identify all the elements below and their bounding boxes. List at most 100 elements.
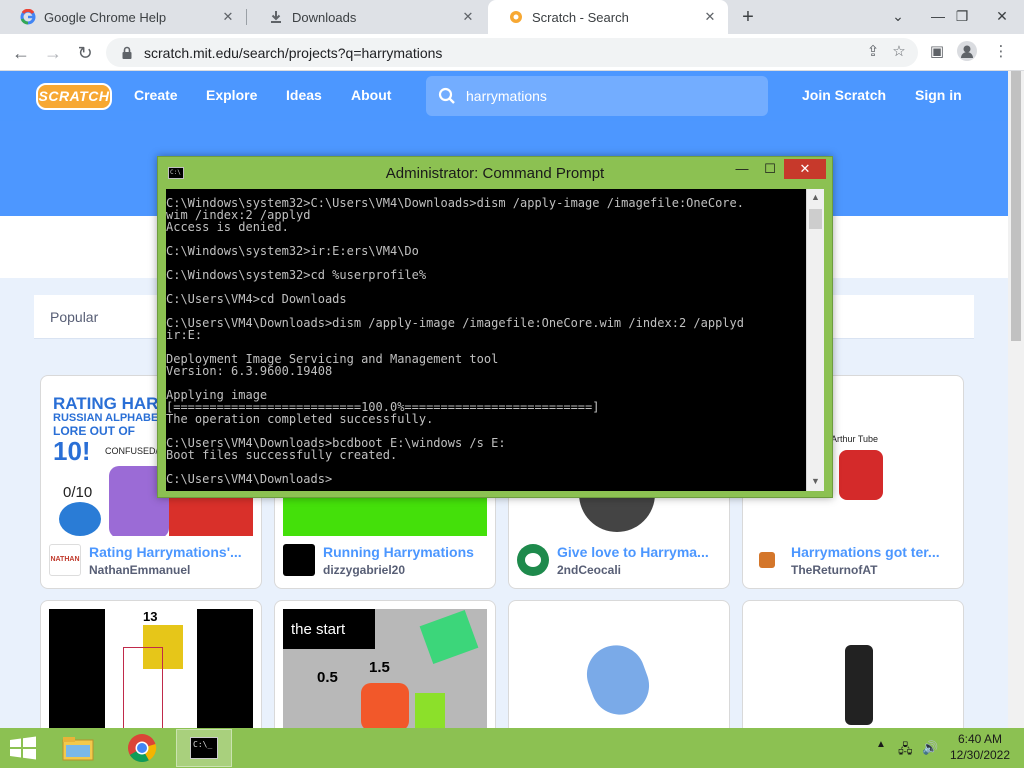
- project-card[interactable]: 13: [40, 600, 262, 730]
- character-shape: [361, 683, 409, 729]
- scratch-search-input[interactable]: harrymations: [426, 76, 768, 116]
- cmd-line: Boot files successfully created.: [166, 448, 398, 462]
- project-card[interactable]: [742, 600, 964, 730]
- thumb-text: RUSSIAN ALPHABE: [53, 412, 159, 424]
- join-scratch-link[interactable]: Join Scratch: [802, 87, 886, 103]
- project-author[interactable]: dizzygabriel20: [323, 563, 491, 577]
- author-avatar[interactable]: NATHAN: [49, 544, 81, 576]
- project-title[interactable]: Rating Harrymations'...: [89, 544, 257, 560]
- popular-dropdown[interactable]: Popular: [50, 309, 98, 325]
- restore-icon[interactable]: ❐: [942, 0, 982, 34]
- side-panel-icon[interactable]: ▣: [926, 41, 948, 63]
- menu-kebab-icon[interactable]: ⋮: [990, 41, 1012, 63]
- thumb-text: 10!: [53, 436, 91, 466]
- tab-search-chevron-icon[interactable]: ⌄: [878, 0, 918, 34]
- network-icon[interactable]: 🖧: [898, 740, 913, 762]
- nav-create[interactable]: Create: [134, 87, 178, 103]
- scrollbar-thumb[interactable]: [1011, 71, 1021, 341]
- url-text: scratch.mit.edu/search/projects?q=harrym…: [144, 44, 443, 61]
- system-clock[interactable]: 6:40 AM 12/30/2022: [940, 731, 1020, 763]
- scrollbar-thumb[interactable]: [809, 209, 822, 229]
- windows-logo-icon[interactable]: [8, 736, 38, 760]
- project-title[interactable]: Running Harrymations: [323, 544, 491, 560]
- project-card[interactable]: [508, 600, 730, 730]
- thumb-text: the start: [291, 621, 346, 638]
- command-prompt-window[interactable]: C:\ Administrator: Command Prompt — ☐ ✕ …: [157, 156, 833, 498]
- nav-ideas[interactable]: Ideas: [286, 87, 322, 103]
- forward-arrow-icon[interactable]: →: [40, 40, 66, 66]
- file-explorer-icon[interactable]: [50, 729, 106, 767]
- tray-chevron-icon[interactable]: ▲: [876, 739, 886, 750]
- project-title[interactable]: Give love to Harryma...: [557, 544, 725, 560]
- scroll-down-icon[interactable]: ▼: [807, 473, 824, 490]
- project-title[interactable]: Harrymations got ter...: [791, 544, 959, 560]
- close-icon[interactable]: ✕: [460, 9, 476, 25]
- search-icon: [438, 87, 455, 104]
- cmd-titlebar[interactable]: C:\ Administrator: Command Prompt — ☐ ✕: [158, 157, 832, 189]
- cmd-line: Access is denied.: [166, 220, 289, 234]
- author-avatar[interactable]: [283, 544, 315, 576]
- close-window-icon[interactable]: ✕: [982, 0, 1022, 34]
- clock-time: 6:40 AM: [957, 732, 1003, 746]
- thumb-text: Arthur Tube: [831, 434, 879, 444]
- character-shape: [845, 645, 873, 725]
- tab-scratch-search[interactable]: Scratch - Search ✕: [488, 0, 728, 34]
- thumb-text: 1.5: [369, 659, 390, 676]
- cmd-taskbar-icon[interactable]: C:\_: [176, 729, 232, 767]
- project-author[interactable]: TheReturnofAT: [791, 563, 959, 577]
- tab-title: Scratch - Search: [532, 9, 629, 25]
- new-tab-button[interactable]: +: [736, 5, 760, 29]
- thumb-text: 13: [143, 609, 158, 624]
- sign-in-link[interactable]: Sign in: [915, 87, 962, 103]
- search-value: harrymations: [466, 88, 547, 104]
- maximize-icon[interactable]: ☐: [756, 159, 784, 179]
- character-shape: [578, 637, 658, 723]
- nav-about[interactable]: About: [351, 87, 391, 103]
- thumb-text: CONFUSED/1: [105, 446, 164, 456]
- cmd-line: C:\Users\VM4\Downloads>: [166, 472, 333, 486]
- reload-icon[interactable]: ↻: [72, 40, 98, 66]
- scratch-logo[interactable]: SCRATCH: [36, 83, 112, 110]
- page-scrollbar[interactable]: [1008, 71, 1024, 728]
- tab-downloads[interactable]: Downloads ✕: [248, 0, 486, 34]
- project-author[interactable]: 2ndCeocali: [557, 563, 725, 577]
- cmd-line: C:\Users\VM4>cd Downloads: [166, 292, 347, 306]
- chrome-icon[interactable]: [114, 729, 170, 767]
- tab-divider: [246, 9, 247, 25]
- scroll-up-icon[interactable]: ▲: [807, 189, 824, 206]
- cmd-line: C:\Users\VM4\Downloads>dism /apply-image…: [166, 316, 744, 330]
- volume-icon[interactable]: 🔊: [922, 740, 938, 756]
- clock-date: 12/30/2022: [949, 748, 1011, 762]
- share-icon[interactable]: ⇪: [862, 41, 884, 63]
- scratch-navbar: SCRATCH Create Explore Ideas About harry…: [0, 71, 1008, 121]
- tab-title: Downloads: [292, 9, 357, 25]
- lock-icon: [122, 46, 132, 59]
- cmd-console[interactable]: C:\Windows\system32>C:\Users\VM4\Downloa…: [166, 189, 824, 491]
- author-avatar[interactable]: [517, 544, 549, 576]
- black-panel: [197, 609, 253, 729]
- cmd-scrollbar[interactable]: ▲ ▼: [806, 189, 824, 491]
- thumb-text: 0/10: [63, 484, 93, 501]
- project-author[interactable]: NathanEmmanuel: [89, 563, 257, 577]
- browser-toolbar: ← → ↻ scratch.mit.edu/search/projects?q=…: [0, 34, 1024, 71]
- minimize-icon[interactable]: —: [728, 159, 756, 179]
- close-icon[interactable]: ✕: [702, 9, 718, 25]
- project-card[interactable]: the start 0.5 1.5: [274, 600, 496, 730]
- profile-avatar-icon[interactable]: [956, 41, 978, 63]
- cmd-output[interactable]: C:\Windows\system32>C:\Users\VM4\Downloa…: [166, 197, 806, 485]
- cmd-line: Version: 6.3.9600.19408: [166, 364, 333, 378]
- character-shape: [415, 693, 445, 729]
- character-shape: [59, 502, 101, 536]
- address-bar[interactable]: scratch.mit.edu/search/projects?q=harrym…: [106, 38, 918, 67]
- tab-chrome-help[interactable]: Google Chrome Help ✕: [0, 0, 246, 34]
- nav-explore[interactable]: Explore: [206, 87, 257, 103]
- grid-outline: [123, 647, 163, 729]
- close-icon[interactable]: ✕: [784, 159, 826, 179]
- close-icon[interactable]: ✕: [220, 9, 236, 25]
- back-arrow-icon[interactable]: ←: [8, 40, 34, 66]
- bookmark-star-icon[interactable]: ☆: [888, 41, 910, 63]
- cmd-line: The operation completed successfully.: [166, 412, 434, 426]
- character-shape: [169, 494, 253, 536]
- download-icon: [268, 9, 284, 25]
- author-avatar[interactable]: [751, 544, 783, 576]
